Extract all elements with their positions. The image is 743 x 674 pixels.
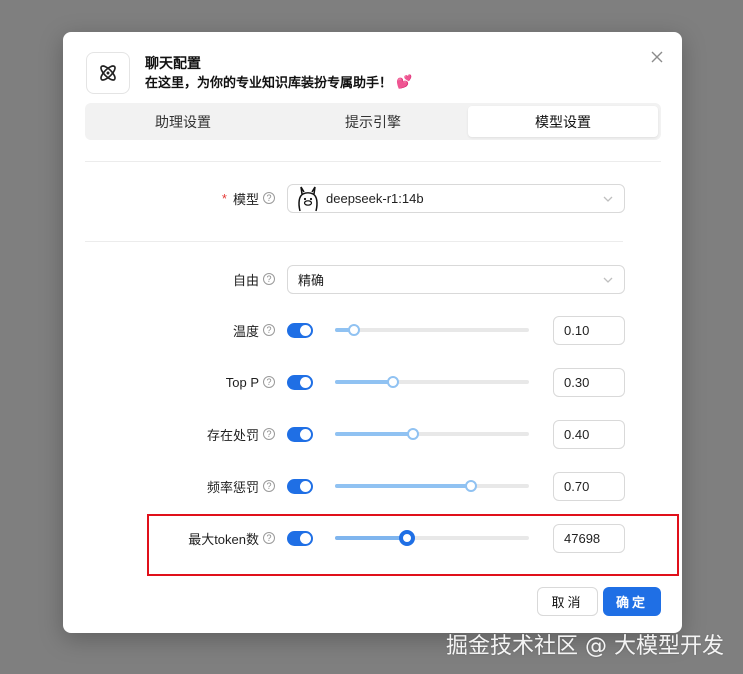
top-p-slider[interactable] — [335, 374, 529, 390]
max-tokens-label: 最大token数 ? — [143, 528, 275, 548]
close-button[interactable] — [649, 49, 665, 65]
slider-handle[interactable] — [387, 376, 400, 388]
slider-fill — [335, 484, 471, 488]
temperature-toggle[interactable] — [287, 323, 313, 338]
slider-fill — [335, 536, 407, 540]
help-icon[interactable]: ? — [263, 428, 275, 440]
hearts-emoji-icon: 💕 — [396, 73, 413, 89]
dialog-subtitle: 在这里，为你的专业知识库装扮专属助手！ 💕 — [145, 72, 412, 91]
model-label: * 模型 ? — [143, 188, 275, 208]
chevron-down-icon — [603, 196, 613, 202]
temperature-input[interactable] — [553, 316, 625, 345]
frequency-penalty-slider[interactable] — [335, 478, 529, 494]
max-tokens-label-text: 最大token数 — [188, 531, 259, 547]
model-label-text: 模型 — [232, 191, 259, 207]
help-icon[interactable]: ? — [263, 192, 275, 204]
atom-icon — [100, 65, 116, 81]
freedom-select[interactable]: 精确 — [287, 265, 625, 294]
presence-penalty-slider[interactable] — [335, 426, 529, 442]
slider-handle[interactable] — [406, 428, 419, 440]
divider — [85, 241, 623, 242]
slider-handle[interactable] — [348, 324, 361, 336]
freedom-select-value: 精确 — [298, 273, 325, 288]
frequency-penalty-label: 频率惩罚 ? — [143, 476, 275, 496]
watermark-text: 掘金技术社区 @ 大模型开发 — [446, 634, 724, 659]
top-p-input[interactable] — [553, 368, 625, 397]
frequency-penalty-toggle[interactable] — [287, 479, 313, 494]
app-logo — [86, 52, 130, 94]
slider-fill — [335, 432, 413, 436]
divider — [85, 161, 661, 162]
presence-penalty-label: 存在处罚 ? — [143, 424, 275, 444]
freedom-label: 自由 ? — [143, 269, 275, 289]
slider-track — [335, 328, 529, 332]
help-icon[interactable]: ? — [263, 324, 275, 336]
model-select-value: deepseek-r1:14b — [326, 191, 424, 206]
tab-prompt-engine[interactable]: 提示引擎 — [278, 106, 468, 137]
settings-tabs: 助理设置 提示引擎 模型设置 — [85, 103, 661, 140]
max-tokens-input[interactable] — [553, 524, 625, 553]
temperature-label-text: 温度 — [232, 323, 259, 339]
presence-penalty-toggle[interactable] — [287, 427, 313, 442]
max-tokens-toggle[interactable] — [287, 531, 313, 546]
slider-handle[interactable] — [464, 480, 477, 492]
dialog-title: 聊天配置 — [145, 55, 201, 71]
temperature-slider[interactable] — [335, 322, 529, 338]
slider-fill — [335, 380, 394, 384]
chevron-down-icon — [603, 277, 613, 283]
confirm-button[interactable]: 确定 — [603, 587, 661, 616]
help-icon[interactable]: ? — [263, 273, 275, 285]
slider-handle[interactable] — [398, 530, 415, 546]
freedom-label-text: 自由 — [232, 272, 259, 288]
chat-config-dialog: 聊天配置 在这里，为你的专业知识库装扮专属助手！ 💕 助理设置 提示引擎 模型设… — [63, 32, 682, 633]
help-icon[interactable]: ? — [263, 376, 275, 388]
dialog-subtitle-text: 在这里，为你的专业知识库装扮专属助手！ — [145, 75, 393, 90]
top-p-label-text: Top P — [225, 374, 259, 390]
cancel-button[interactable]: 取消 — [537, 587, 598, 616]
frequency-penalty-label-text: 频率惩罚 — [206, 479, 259, 495]
tab-model-settings[interactable]: 模型设置 — [468, 106, 658, 137]
top-p-label: Top P ? — [143, 372, 275, 392]
required-asterisk: * — [221, 190, 227, 206]
llama-logo-icon — [296, 185, 320, 213]
frequency-penalty-input[interactable] — [553, 472, 625, 501]
model-select[interactable]: deepseek-r1:14b — [287, 184, 625, 213]
help-icon[interactable]: ? — [263, 480, 275, 492]
help-icon[interactable]: ? — [263, 532, 275, 544]
presence-penalty-label-text: 存在处罚 — [206, 427, 259, 443]
close-icon — [651, 51, 663, 63]
max-tokens-slider[interactable] — [335, 530, 529, 546]
temperature-label: 温度 ? — [143, 320, 275, 340]
tab-assistant-settings[interactable]: 助理设置 — [88, 106, 278, 137]
top-p-toggle[interactable] — [287, 375, 313, 390]
presence-penalty-input[interactable] — [553, 420, 625, 449]
